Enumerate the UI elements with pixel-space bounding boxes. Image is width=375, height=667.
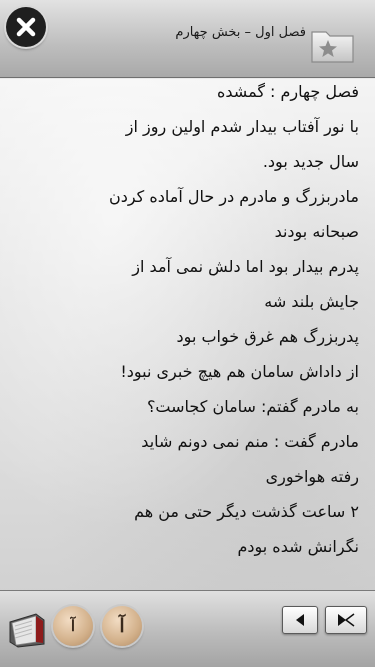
library-button[interactable] bbox=[6, 610, 48, 648]
text-line: مادرم گفت : منم نمی دونم شاید bbox=[141, 432, 359, 451]
text-line: با نور آفتاب بیدار شدم اولین روز از bbox=[125, 117, 359, 136]
text-line: فصل چهارم : گمشده bbox=[217, 82, 359, 101]
bottom-toolbar: آ آ bbox=[0, 590, 375, 667]
text-line: پدرم بیدار بود اما دلش نمی آمد از bbox=[132, 257, 359, 276]
text-line: از داداش سامان هم هیچ خبری نبود! bbox=[120, 362, 359, 381]
text-line: سال جدید بود. bbox=[262, 152, 359, 171]
text-line: پدربزرگ هم غرق خواب بود bbox=[176, 327, 359, 346]
bookmark-button[interactable] bbox=[310, 26, 355, 64]
close-button[interactable] bbox=[6, 7, 46, 47]
bookmark-star-icon bbox=[311, 31, 354, 63]
previous-page-button[interactable] bbox=[282, 606, 318, 634]
text-line: مادربزرگ و مادرم در حال آماده کردن bbox=[108, 187, 359, 206]
reading-pane[interactable]: فصل چهارم : گمشده با نور آفتاب بیدار شدم… bbox=[0, 79, 375, 619]
font-increase-button[interactable]: آ bbox=[102, 606, 142, 646]
text-line: ۲ ساعت گذشت دیگر حتی من هم bbox=[134, 502, 359, 521]
top-bar: فصل اول – بخش چهارم bbox=[0, 0, 375, 78]
text-line: نگرانش شده بودم bbox=[237, 537, 359, 556]
text-line: صبحانه بودند bbox=[274, 222, 359, 241]
arrow-right-icon bbox=[338, 613, 355, 627]
close-icon bbox=[16, 17, 36, 37]
book-icon bbox=[9, 613, 45, 648]
font-decrease-button[interactable]: آ bbox=[53, 606, 93, 646]
text-line: جایش بلند شه bbox=[264, 292, 359, 311]
next-page-button[interactable] bbox=[325, 606, 367, 634]
arrow-left-icon bbox=[296, 614, 304, 626]
text-line: به مادرم گفتم: سامان کجاست؟ bbox=[146, 397, 359, 416]
text-line: رفته هواخوری bbox=[265, 467, 359, 486]
chapter-title: فصل اول – بخش چهارم bbox=[175, 25, 306, 40]
